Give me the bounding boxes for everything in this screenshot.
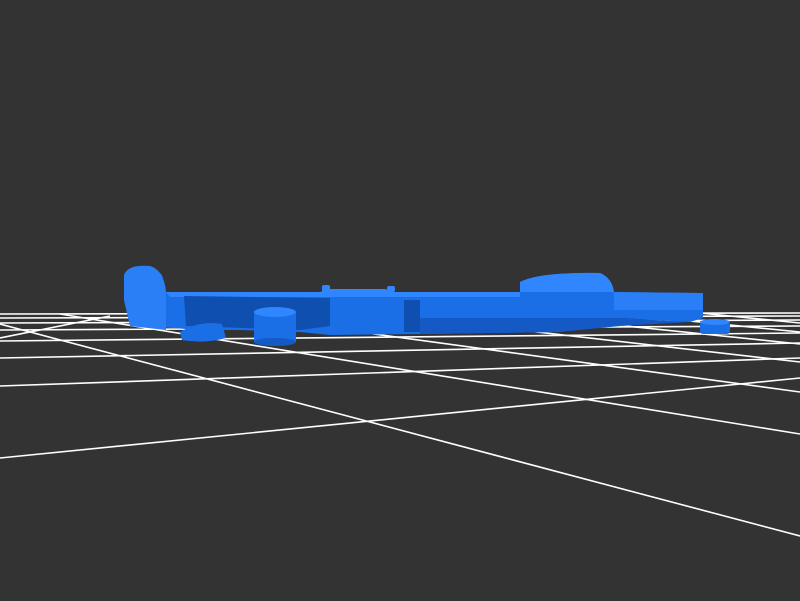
model-ring-foot-right-top [700, 319, 730, 325]
model-pin [387, 286, 395, 292]
model-pin [322, 285, 330, 292]
model-right-face [614, 292, 703, 310]
3d-viewport[interactable] [0, 0, 800, 601]
scene-canvas[interactable] [0, 0, 800, 601]
model-cylinder-base [254, 338, 296, 346]
model-cylinder-top [254, 307, 296, 317]
model-left-hook [124, 265, 166, 330]
model-slot [404, 300, 420, 332]
